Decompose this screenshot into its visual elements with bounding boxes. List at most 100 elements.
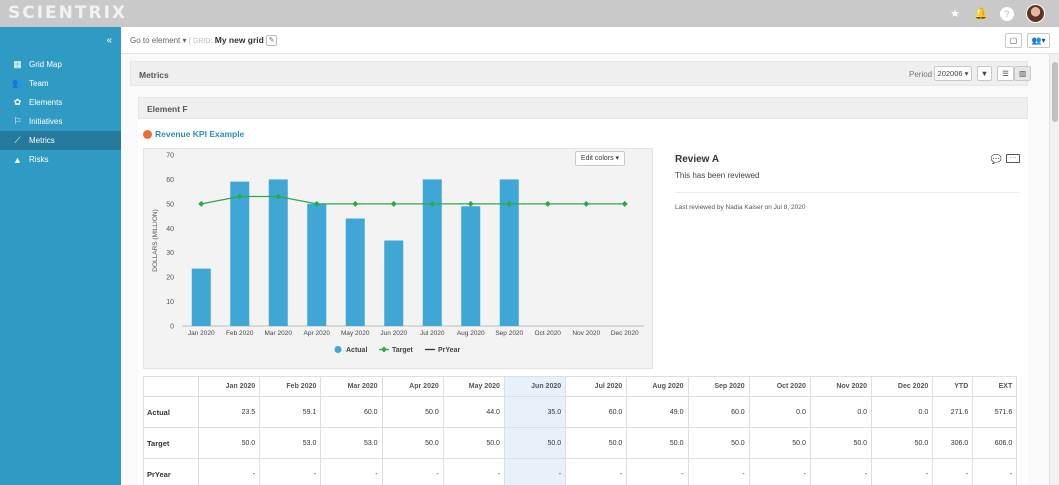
- table-cell[interactable]: 49.0: [626, 396, 689, 428]
- collapse-sidebar-button[interactable]: «: [106, 35, 112, 46]
- column-header[interactable]: Apr 2020: [381, 376, 444, 397]
- sidebar-item-initiatives[interactable]: ⚐ Initiatives: [0, 112, 121, 131]
- sidebar-item-metrics[interactable]: ⟋ Metrics: [0, 131, 121, 150]
- help-icon[interactable]: ?: [1000, 6, 1014, 21]
- edit-colors-button[interactable]: Edit colors ▾: [575, 151, 625, 166]
- table-cell[interactable]: 53.0: [320, 427, 383, 459]
- column-header[interactable]: EXT: [972, 376, 1018, 397]
- table-cell[interactable]: 50.0: [626, 427, 689, 459]
- legend-label: Target: [392, 347, 414, 354]
- bar-actual: [461, 206, 481, 326]
- table-cell[interactable]: -: [972, 458, 1018, 485]
- table-cell[interactable]: 50.0: [565, 427, 628, 459]
- table-cell[interactable]: -: [442, 458, 505, 485]
- column-header[interactable]: Jan 2020: [197, 376, 261, 397]
- table-cell[interactable]: 59.1: [259, 396, 322, 428]
- column-header[interactable]: May 2020: [442, 376, 505, 397]
- column-header[interactable]: Feb 2020: [259, 376, 322, 397]
- goto-element-label[interactable]: Go to element: [130, 36, 180, 45]
- table-cell[interactable]: 306.0: [932, 427, 974, 459]
- table-cell[interactable]: 0.0: [748, 396, 811, 428]
- filter-icon[interactable]: ▼: [977, 66, 992, 81]
- table-cell[interactable]: 50.0: [687, 427, 750, 459]
- more-options-icon[interactable]: …: [1006, 153, 1020, 163]
- users-dropdown-button[interactable]: 👥▾: [1027, 33, 1050, 48]
- sidebar-item-team[interactable]: 👥 Team: [0, 74, 121, 93]
- y-axis-label: DOLLARS (MILLION): [152, 209, 159, 272]
- period-value: 202006: [937, 69, 963, 78]
- star-icon[interactable]: ★: [948, 7, 962, 21]
- comment-icon[interactable]: 💬: [991, 154, 1002, 165]
- table-cell[interactable]: 50.0: [871, 427, 934, 459]
- sidebar-item-grid-map[interactable]: ▦ Grid Map: [0, 55, 121, 74]
- x-tick-label: Sep 2020: [495, 330, 523, 337]
- column-header[interactable]: Sep 2020: [687, 376, 750, 397]
- avatar[interactable]: [1026, 4, 1045, 23]
- sidebar-item-risks[interactable]: ▲ Risks: [0, 150, 121, 169]
- edit-grid-name-button[interactable]: ✎: [266, 35, 278, 47]
- table-cell[interactable]: 606.0: [972, 427, 1018, 459]
- row-label: Target: [143, 427, 199, 459]
- table-cell[interactable]: 60.0: [320, 396, 383, 428]
- table-cell[interactable]: 50.0: [503, 427, 567, 459]
- table-cell[interactable]: 60.0: [565, 396, 628, 428]
- scrollbar-thumb[interactable]: [1052, 62, 1058, 122]
- target-point: [198, 200, 205, 207]
- y-tick-label: 70: [166, 153, 174, 160]
- notes-button[interactable]: ▢: [1005, 33, 1022, 48]
- table-cell[interactable]: -: [626, 458, 689, 485]
- column-header[interactable]: Nov 2020: [809, 376, 873, 397]
- table-cell[interactable]: 271.6: [932, 396, 974, 428]
- table-cell[interactable]: -: [565, 458, 628, 485]
- table-cell[interactable]: 0.0: [809, 396, 873, 428]
- table-cell[interactable]: 53.0: [259, 427, 322, 459]
- table-cell[interactable]: -: [687, 458, 750, 485]
- table-cell[interactable]: -: [932, 458, 974, 485]
- kpi-title[interactable]: Revenue KPI Example: [155, 129, 244, 139]
- table-cell[interactable]: 50.0: [381, 396, 444, 428]
- scrollbar[interactable]: [1049, 54, 1059, 485]
- column-header[interactable]: Mar 2020: [320, 376, 383, 397]
- period-dropdown[interactable]: 202006 ▾: [934, 66, 972, 81]
- kpi-title-link[interactable]: Revenue KPI Example: [143, 129, 244, 139]
- table-cell[interactable]: -: [320, 458, 383, 485]
- column-header[interactable]: Aug 2020: [626, 376, 689, 397]
- table-cell[interactable]: -: [259, 458, 322, 485]
- app-logo[interactable]: SCIENTRIX: [8, 3, 127, 23]
- table-cell[interactable]: 35.0: [503, 396, 567, 428]
- x-tick-label: Apr 2020: [304, 330, 331, 337]
- table-cell[interactable]: -: [748, 458, 811, 485]
- table-cell[interactable]: 50.0: [748, 427, 811, 459]
- column-header[interactable]: Jul 2020: [565, 376, 628, 397]
- column-header[interactable]: YTD: [932, 376, 974, 397]
- table-cell[interactable]: 50.0: [809, 427, 873, 459]
- sidebar-item-elements[interactable]: ✿ Elements: [0, 93, 121, 112]
- bell-icon[interactable]: 🔔: [974, 7, 988, 21]
- table-cell[interactable]: 60.0: [687, 396, 750, 428]
- table-header-row: Jan 2020 Feb 2020 Mar 2020 Apr 2020 May 2020…: [143, 376, 1018, 397]
- x-tick-label: May 2020: [341, 330, 370, 337]
- table-cell[interactable]: -: [381, 458, 444, 485]
- column-header[interactable]: Oct 2020: [748, 376, 811, 397]
- table-cell[interactable]: 50.0: [442, 427, 505, 459]
- table-cell[interactable]: -: [503, 458, 567, 485]
- edit-colors-label: Edit colors: [580, 155, 614, 162]
- bar-actual: [384, 240, 404, 326]
- table-cell[interactable]: 23.5: [197, 396, 261, 428]
- table-cell[interactable]: -: [197, 458, 261, 485]
- list-view-icon[interactable]: ☰: [997, 66, 1014, 81]
- goto-element-dropdown[interactable]: Go to element ▾: [130, 36, 187, 45]
- column-header[interactable]: Jun 2020: [503, 376, 567, 397]
- x-tick-label: Jul 2020: [420, 330, 445, 337]
- target-line: [201, 195, 625, 205]
- column-header[interactable]: Dec 2020: [871, 376, 934, 397]
- chart-view-icon[interactable]: ▥: [1014, 66, 1031, 81]
- table-cell[interactable]: 50.0: [197, 427, 261, 459]
- table-cell[interactable]: -: [871, 458, 934, 485]
- table-cell[interactable]: -: [809, 458, 873, 485]
- table-cell[interactable]: 44.0: [442, 396, 505, 428]
- x-tick-label: Nov 2020: [572, 330, 600, 337]
- table-cell[interactable]: 571.6: [972, 396, 1018, 428]
- table-cell[interactable]: 50.0: [381, 427, 444, 459]
- table-cell[interactable]: 0.0: [871, 396, 934, 428]
